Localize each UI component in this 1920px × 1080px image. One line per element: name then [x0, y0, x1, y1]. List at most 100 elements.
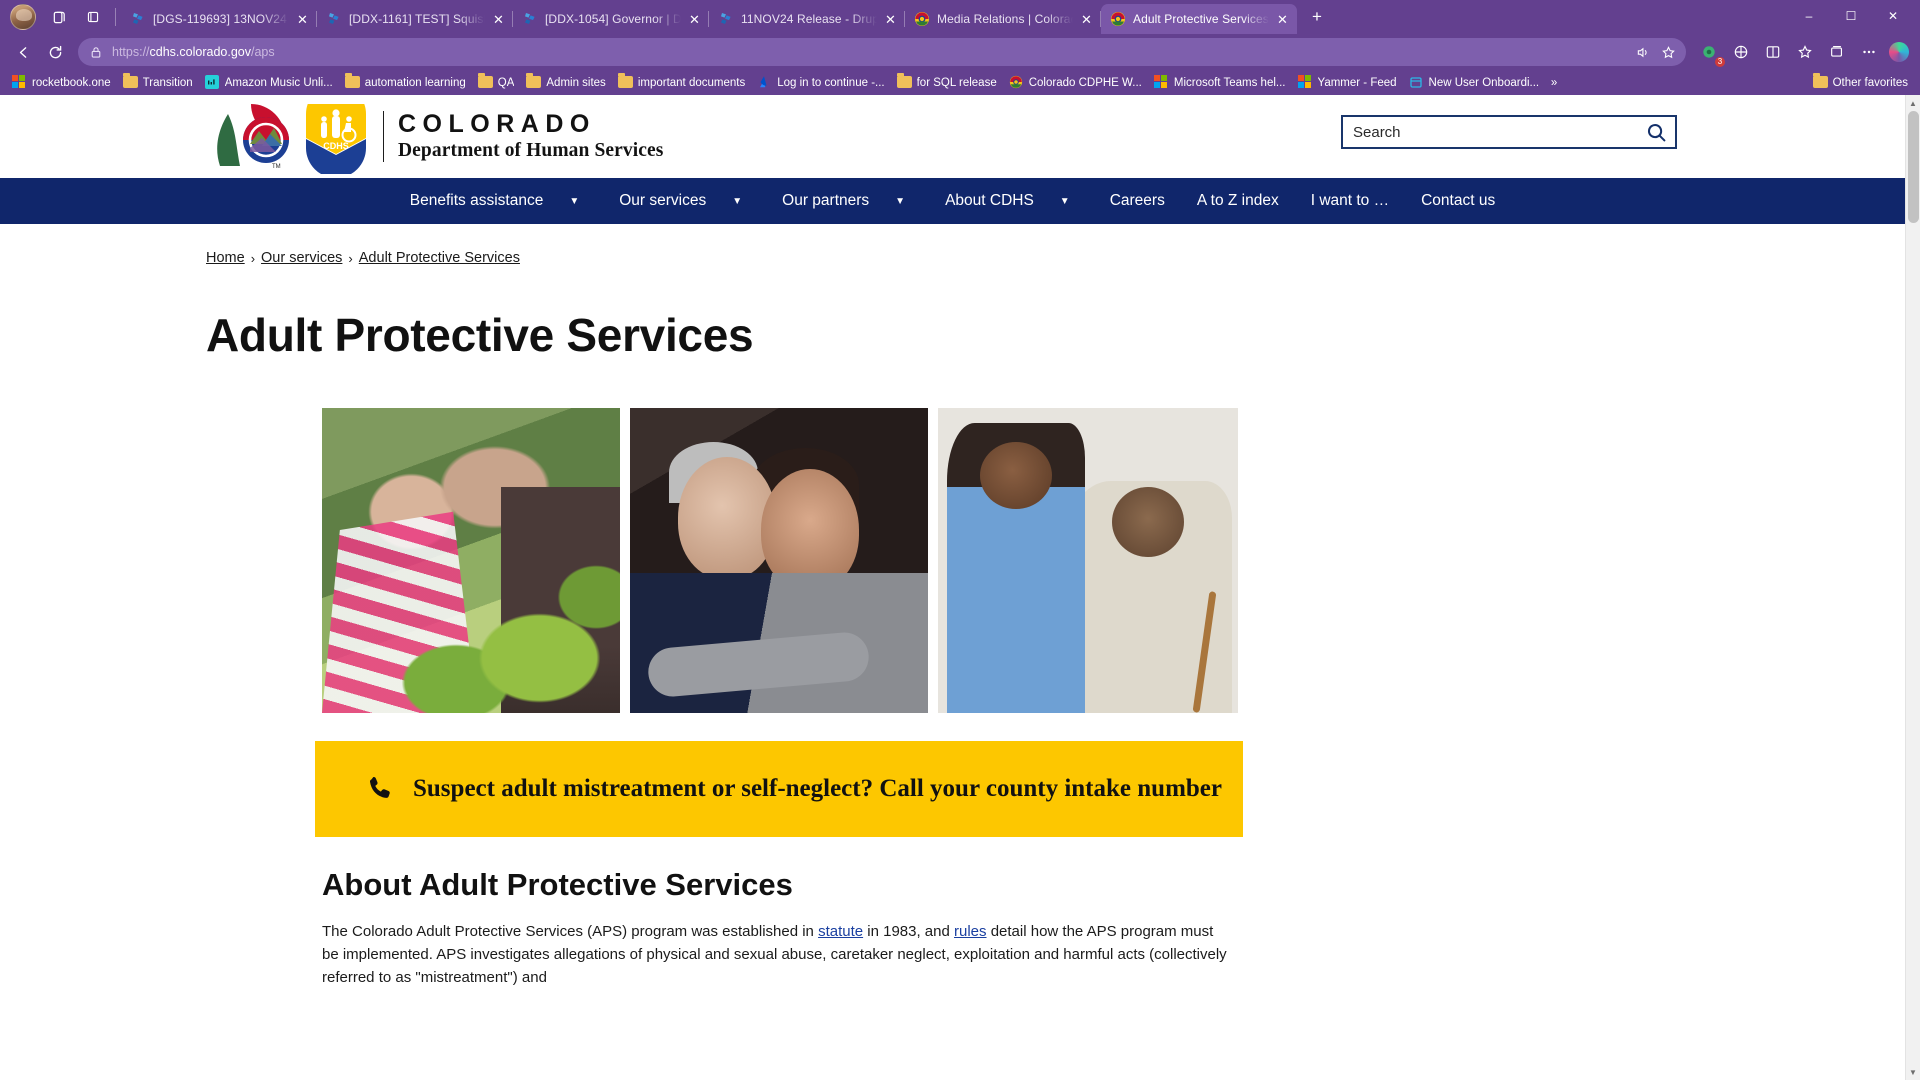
browser-tab[interactable]: Media Relations | Colorado Burea ✕ — [905, 4, 1101, 34]
url-text: https://cdhs.colorado.gov/aps — [104, 45, 1630, 59]
browser-tab[interactable]: [DDX-1161] TEST] Squished white ✕ — [317, 4, 513, 34]
breadcrumb-link-our-services[interactable]: Our services — [261, 250, 342, 266]
close-icon[interactable]: ✕ — [1274, 11, 1291, 28]
back-button[interactable] — [8, 38, 38, 66]
browser-tab[interactable]: [DDX-1054] Governor | Drupal Co ✕ — [513, 4, 709, 34]
nav-item-i-want-to[interactable]: I want to … — [1295, 178, 1405, 224]
site-logo-link[interactable]: TM CDHS COLORADO Department of Human Ser… — [206, 95, 663, 178]
page-scrollbar[interactable]: ▲ ▼ — [1905, 95, 1920, 1080]
url-bar[interactable]: https://cdhs.colorado.gov/aps — [78, 38, 1686, 66]
url-prefix: https:// — [112, 45, 150, 59]
bookmark-item[interactable]: automation learning — [339, 73, 472, 92]
breadcrumb-link-home[interactable]: Home — [206, 250, 245, 266]
colorado-icon — [914, 11, 930, 27]
bookmark-item[interactable]: important documents — [612, 73, 751, 92]
browser-essentials-icon[interactable] — [1726, 38, 1756, 66]
nav-item-careers[interactable]: Careers — [1094, 178, 1181, 224]
workspaces-icon[interactable] — [44, 3, 74, 31]
colorado-cdhs-logo: TM CDHS — [206, 95, 381, 178]
more-options-icon[interactable] — [1854, 38, 1884, 66]
bookmark-item[interactable]: for SQL release — [891, 73, 1003, 92]
bookmark-label: rocketbook.one — [32, 76, 111, 89]
browser-tab[interactable]: 11NOV24 Release - Drupal DX bo ✕ — [709, 4, 905, 34]
phone-icon — [365, 774, 395, 804]
bookmark-item[interactable]: Amazon Music Unli... — [199, 73, 339, 92]
breadcrumb-separator: › — [348, 250, 353, 266]
bookmark-item[interactable]: Transition — [117, 73, 199, 92]
star-icon[interactable] — [1656, 40, 1680, 64]
close-window-icon[interactable]: ✕ — [1872, 2, 1914, 30]
favorites-icon[interactable] — [1790, 38, 1820, 66]
microsoft-icon — [1297, 75, 1313, 90]
scrollbar-thumb[interactable] — [1908, 111, 1919, 223]
about-paragraph: The Colorado Adult Protective Services (… — [322, 921, 1234, 989]
nav-item-our-services[interactable]: Our services — [603, 178, 722, 224]
microsoft-icon — [12, 75, 27, 90]
nav-item-benefits-assistance[interactable]: Benefits assistance — [394, 178, 560, 224]
onboarding-icon — [1409, 75, 1424, 90]
extension-badge-count: 3 — [1715, 57, 1725, 67]
bookmark-label: Admin sites — [546, 76, 606, 89]
scroll-up-icon[interactable]: ▲ — [1906, 95, 1920, 111]
rules-link[interactable]: rules — [954, 923, 987, 940]
callout-text: Suspect adult mistreatment or self-negle… — [413, 775, 1222, 802]
folder-icon — [896, 73, 912, 90]
svg-text:CDHS: CDHS — [323, 141, 349, 151]
nav-item-contact-us[interactable]: Contact us — [1405, 178, 1511, 224]
chevron-down-icon[interactable]: ▼ — [722, 178, 766, 224]
scroll-down-icon[interactable]: ▼ — [1906, 1064, 1920, 1080]
minimize-icon[interactable]: – — [1788, 2, 1830, 30]
chevron-down-icon[interactable]: ▼ — [885, 178, 929, 224]
chevron-down-icon[interactable]: ▼ — [1050, 178, 1094, 224]
chevron-down-icon[interactable]: ▼ — [559, 178, 603, 224]
bookmark-item[interactable]: Admin sites — [520, 73, 611, 92]
browser-tab-active[interactable]: Adult Protective Services | Colora ✕ — [1101, 4, 1297, 34]
scrollbar-track[interactable] — [1906, 111, 1920, 1064]
breadcrumb-separator: › — [250, 250, 256, 266]
refresh-button[interactable] — [40, 38, 70, 66]
search-input[interactable] — [1343, 117, 1637, 147]
bookmark-item[interactable]: rocketbook.one — [6, 73, 117, 92]
bookmark-item[interactable]: Microsoft Teams hel... — [1148, 73, 1292, 92]
browser-tab[interactable]: [DGS-119693] 13NOV24 Drupal / ✕ — [121, 4, 317, 34]
hero-image-row — [322, 408, 1905, 713]
microsoft-icon — [1153, 75, 1169, 90]
tab-divider — [115, 8, 116, 26]
read-aloud-icon[interactable] — [1630, 40, 1654, 64]
close-icon[interactable]: ✕ — [1078, 11, 1095, 28]
bookmark-item[interactable]: Colorado CDPHE W... — [1003, 73, 1148, 92]
bookmark-item[interactable]: QA — [472, 73, 521, 92]
colorado-icon — [1110, 11, 1126, 27]
collections-icon[interactable] — [1822, 38, 1852, 66]
maximize-icon[interactable]: ☐ — [1830, 2, 1872, 30]
tab-strip: [DGS-119693] 13NOV24 Drupal / ✕ [DDX-116… — [0, 0, 1920, 34]
close-icon[interactable]: ✕ — [686, 11, 703, 28]
profile-avatar[interactable] — [10, 4, 36, 30]
nav-item-about-cdhs[interactable]: About CDHS — [929, 178, 1050, 224]
close-icon[interactable]: ✕ — [490, 11, 507, 28]
search-icon[interactable] — [1637, 117, 1675, 147]
site-search[interactable] — [1341, 115, 1677, 149]
other-favorites-button[interactable]: Other favorites — [1807, 73, 1914, 92]
tab-actions-icon[interactable] — [78, 3, 108, 31]
page-viewport: TM CDHS COLORADO Department of Human Ser… — [0, 95, 1920, 1080]
hero-image-embrace — [630, 408, 928, 713]
bookmark-item[interactable]: Log in to continue -... — [751, 73, 890, 92]
bookmark-item[interactable]: New User Onboardi... — [1403, 73, 1546, 92]
nav-item-our-partners[interactable]: Our partners — [766, 178, 885, 224]
bookmark-item[interactable]: Yammer - Feed — [1292, 73, 1403, 92]
new-tab-button[interactable]: + — [1303, 3, 1331, 31]
copilot-icon[interactable] — [1889, 42, 1909, 62]
close-icon[interactable]: ✕ — [882, 11, 899, 28]
callout-banner: Suspect adult mistreatment or self-negle… — [315, 741, 1243, 837]
breadcrumb-link-current[interactable]: Adult Protective Services — [359, 250, 520, 266]
nav-item-a-to-z-index[interactable]: A to Z index — [1181, 178, 1295, 224]
bookmarks-overflow-icon[interactable]: » — [1545, 77, 1563, 89]
close-icon[interactable]: ✕ — [294, 11, 311, 28]
extensions-button[interactable]: 3 — [1694, 38, 1725, 67]
url-bar-actions — [1630, 40, 1680, 64]
split-screen-icon[interactable] — [1758, 38, 1788, 66]
bookmark-label: Yammer - Feed — [1317, 76, 1397, 89]
bookmark-label: QA — [497, 76, 515, 89]
statute-link[interactable]: statute — [818, 923, 863, 940]
